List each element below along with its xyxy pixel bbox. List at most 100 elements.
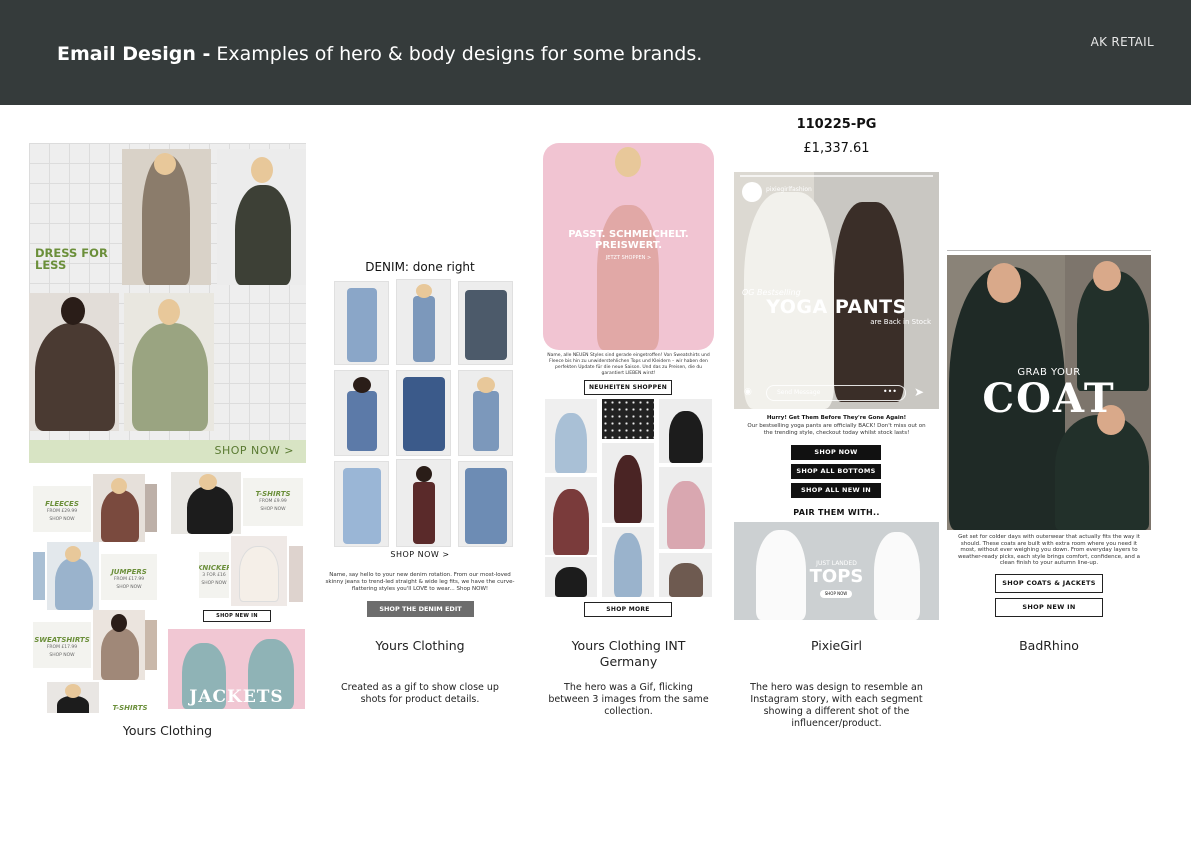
email-yours-clothing-germany: PASST. SCHMEICHELT. PREISWERT. JETZT SHO… (543, 143, 714, 620)
tile-price: 3 FOR £16 (202, 573, 226, 578)
avatar (742, 182, 762, 202)
badrhino-body-text: Get set for colder days with outerwear t… (957, 534, 1140, 566)
product-photo (545, 477, 597, 555)
product-photo (47, 682, 99, 713)
caption-pixiegirl: PixieGirl (810, 638, 863, 653)
desc-pixiegirl: The hero was design to resemble an Insta… (750, 682, 923, 729)
caption-badrhino: BadRhino (1019, 638, 1079, 653)
product-photo (659, 553, 712, 597)
shop-more-button[interactable]: SHOP MORE (584, 602, 672, 617)
product-photo (659, 399, 712, 463)
shop-now-banner[interactable]: SHOP NOW > (29, 440, 306, 463)
product-photo (659, 467, 712, 549)
caption-yours-clothing-1: Yours Clothing (122, 723, 213, 738)
tile-label: FLEECES (45, 500, 79, 508)
product-photo (602, 399, 654, 439)
page-title-bold: Email Design - (57, 43, 211, 65)
email-price: £1,337.61 (803, 141, 870, 156)
jackets-banner[interactable]: JACKETS (168, 629, 305, 709)
tile-label: T-SHIRTS (112, 704, 148, 712)
email-pixiegirl: pixiegirlfashion OG Bestselling YOGA PAN… (734, 172, 939, 620)
product-photo (602, 443, 654, 523)
hero-sub: JETZT SHOPPEN > (605, 255, 652, 261)
send-message-input[interactable]: Send Message ••• (766, 385, 906, 401)
hero-headline: YOGA PANTS (766, 296, 907, 318)
shop-new-in-button[interactable]: SHOP NEW IN (995, 598, 1103, 617)
product-photo (124, 293, 214, 431)
category-tile[interactable]: JUMPERS FROM £17.99 SHOP NOW (101, 554, 157, 600)
product-photo (458, 461, 513, 547)
product-photo (217, 149, 306, 285)
pair-them-with-heading: PAIR THEM WITH.. (793, 508, 880, 517)
hero-image: PASST. SCHMEICHELT. PREISWERT. JETZT SHO… (543, 143, 714, 350)
send-message-placeholder: Send Message (777, 389, 821, 396)
hero-sub-text: are Back in Stock (870, 318, 931, 326)
tile-label: SWEATSHIRTS (34, 636, 90, 644)
tile-price: FROM £17.99 (46, 645, 78, 650)
product-photo (47, 542, 99, 610)
product-photo (93, 610, 145, 680)
category-tile[interactable]: SWEATSHIRTS FROM £17.99 SHOP NOW (33, 622, 91, 668)
hero-headline: COAT (982, 375, 1116, 422)
tile-label: JUMPERS (111, 568, 147, 576)
product-photo (458, 281, 513, 365)
jackets-label: JACKETS (189, 687, 284, 707)
pixiegirl-body-text: Our bestselling yoga pants are officiall… (747, 423, 926, 436)
tops-banner[interactable]: JUST LANDED TOPS SHOP NOW (734, 522, 939, 620)
shop-now-link[interactable]: SHOP NOW > (322, 550, 518, 559)
shop-all-new-in-button[interactable]: SHOP ALL NEW IN (791, 483, 881, 498)
product-photo (396, 279, 451, 365)
shop-new-in-button[interactable]: SHOP NEW IN (203, 610, 271, 622)
camera-icon[interactable]: ◉ (744, 387, 758, 397)
story-handle: pixiegirlfashion (766, 186, 812, 193)
product-photo (396, 459, 451, 547)
shop-all-bottoms-button[interactable]: SHOP ALL BOTTOMS (791, 464, 881, 479)
product-photo (458, 370, 513, 456)
product-photo (545, 557, 597, 597)
tile-label: T-SHIRTS (255, 490, 291, 498)
product-photo (545, 399, 597, 473)
email-badrhino: GRAB YOUR COAT Get set for colder days w… (947, 250, 1151, 620)
denim-headline: DENIM: done right (365, 260, 475, 274)
brand-label: AK RETAIL (1090, 35, 1154, 49)
send-icon[interactable]: ➤ (914, 385, 924, 399)
shop-now-button[interactable]: SHOP NOW (791, 445, 881, 460)
desc-yours-clothing-2: Created as a gif to show close up shots … (341, 682, 499, 705)
product-photo (289, 546, 303, 602)
denim-body-text: Name, say hello to your new denim rotati… (325, 572, 515, 592)
category-tile[interactable]: KNICKERS 3 FOR £16 SHOP NOW (199, 552, 229, 598)
tops-headline: TOPS (809, 566, 864, 587)
tile-cta: SHOP NOW (49, 517, 75, 522)
product-photo (334, 461, 389, 547)
header-bar: Email Design - Examples of hero & body d… (0, 0, 1191, 105)
neuheiten-shoppen-button[interactable]: NEUHEITEN SHOPPEN (584, 380, 672, 395)
product-photo (93, 474, 145, 542)
product-photo (334, 370, 389, 456)
hurry-text: Hurry! Get Them Before They're Gone Agai… (766, 415, 907, 421)
caption-yours-clothing-germany: Yours Clothing INT Germany (571, 638, 686, 669)
product-photo (145, 484, 157, 532)
tile-price: FROM £9.99 (259, 499, 287, 504)
category-tile[interactable]: T-SHIRTS FROM £9.99 SHOP NOW (243, 478, 303, 526)
email-denim-yours-clothing: DENIM: done right SHOP NOW > Name, say h… (322, 258, 518, 620)
shop-coats-jackets-button[interactable]: SHOP COATS & JACKETS (995, 574, 1103, 593)
tile-label: KNICKERS (199, 564, 229, 572)
product-photo (29, 293, 119, 431)
tile-cta: SHOP NOW (116, 585, 142, 590)
product-photo (145, 620, 157, 670)
product-photo (602, 527, 654, 597)
caption-yours-clothing-2: Yours Clothing (375, 638, 465, 653)
shop-denim-edit-button[interactable]: SHOP THE DENIM EDIT (367, 601, 474, 617)
product-photo (334, 281, 389, 365)
page-title-rest: Examples of hero & body designs for some… (216, 43, 703, 65)
hero-headline: DRESS FOR LESS (35, 246, 108, 272)
category-tile[interactable]: FLEECES FROM £29.99 SHOP NOW (33, 486, 91, 532)
shop-now-label: SHOP NOW > (214, 444, 294, 457)
email-hero-yours-clothing-1: DRESS FOR LESS SHOP NOW > (29, 143, 306, 463)
tops-shop-button[interactable]: SHOP NOW (820, 590, 852, 598)
product-photo (171, 472, 241, 534)
desc-yours-clothing-germany: The hero was a Gif, flicking between 3 i… (548, 682, 709, 717)
product-photo (231, 536, 287, 606)
hero-image: GRAB YOUR COAT (947, 255, 1151, 530)
more-icon: ••• (882, 387, 897, 396)
